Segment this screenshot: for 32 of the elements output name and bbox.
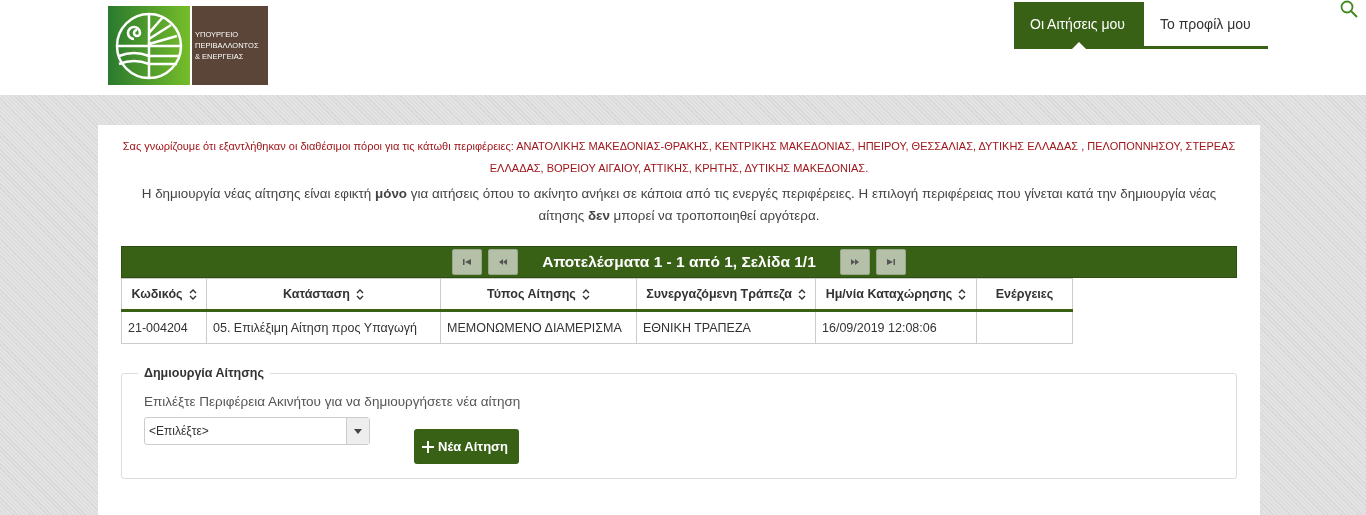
rewind-icon (498, 258, 509, 266)
column-header[interactable]: Τύπος Αίτησης (440, 278, 637, 311)
forward-icon (849, 258, 860, 266)
column-header[interactable]: Ημ/νία Καταχώρησης (815, 278, 977, 311)
first-icon (462, 258, 473, 266)
first-page-button[interactable] (452, 249, 483, 275)
caret-icon (354, 428, 362, 434)
table-cell: 05. Επιλέξιμη Αίτηση προς Υπαγωγή (206, 310, 441, 344)
column-header[interactable]: Συνεργαζόμενη Τράπεζα (636, 278, 816, 311)
column-header[interactable]: Κωδικός (121, 278, 207, 311)
table-cell: ΜΕΜΟΝΩΜΕΝΟ ΔΙΑΜΕΡΙΣΜΑ (440, 310, 637, 344)
region-select[interactable]: <Επιλέξτε> (144, 417, 370, 445)
panel-legend: Δημιουργία Αίτησης (138, 366, 270, 380)
table-cell: 21-004204 (121, 310, 207, 344)
next-page-button[interactable] (839, 249, 870, 275)
last-page-button[interactable] (875, 249, 906, 275)
new-application-button[interactable]: Νέα Αίτηση (414, 429, 519, 464)
column-header[interactable]: Κατάσταση (206, 278, 441, 311)
nav-tab[interactable]: Οι Αιτήσεις μου (1014, 2, 1144, 46)
info-text: Η δημιουργία νέας αίτησης είναι εφικτή μόνο για αιτήσεις όπου το ακίνητο ανήκει σε κάποια από τις ενεργές περιφέρειες. Η επιλογή περιφέρειας που γίνεται κατά την δημιουργία νέας αίτησης δεν μπορεί να τροποποιηθεί αργότερα. (140, 185, 1218, 225)
column-header: Ενέργειες (976, 278, 1073, 311)
emblem-icon (114, 10, 184, 81)
notice-text: Σας γνωρίζουμε ότι εξαντλήθηκαν οι διαθέσιμοι πόροι για τις κάτωθι περιφέρειες: ΑΝΑΤΟΛΙΚΗΣ ΜΑΚΕΔΟΝΙΑΣ-ΘΡΑΚΗΣ, ΚΕΝΤΡΙΚΗΣ ΜΑΚΕΔΟΝΙΑΣ, ΗΠΕΙΡΟΥ, ΘΕΣΣΑΛΙΑΣ, ΔΥΤΙΚΗΣ ΕΛΛΑΔΑΣ , ΠΕΛΟΠΟΝΝΗΣΟΥ, ΣΤΕΡΕΑΣ ΕΛΛΑΔΑΣ, ΒΟΡΕΙΟΥ ΑΙΓΑΙΟΥ, ΑΤΤΙΚΗΣ, ΚΡΗΤΗΣ, ΔΥΤΙΚΗΣ ΜΑΚΕΔΟΝΙΑΣ. (121, 139, 1237, 176)
last-icon (885, 258, 896, 266)
table-cell: 16/09/2019 12:08:06 (815, 310, 977, 344)
previous-page-button[interactable] (488, 249, 519, 275)
table-cell: ΕΘΝΙΚΗ ΤΡΑΠΕΖΑ (636, 310, 816, 344)
search-icon[interactable] (1340, 0, 1358, 18)
nav-tab[interactable]: Το προφίλ μου (1144, 2, 1268, 46)
pager-summary: Αποτελέσματα 1 - 1 από 1, Σελίδα 1/1 (542, 253, 816, 271)
region-label: Επιλέξτε Περιφέρεια Ακινήτου για να δημιουργήσετε νέα αίτηση (144, 394, 522, 409)
plus-icon (422, 440, 434, 453)
